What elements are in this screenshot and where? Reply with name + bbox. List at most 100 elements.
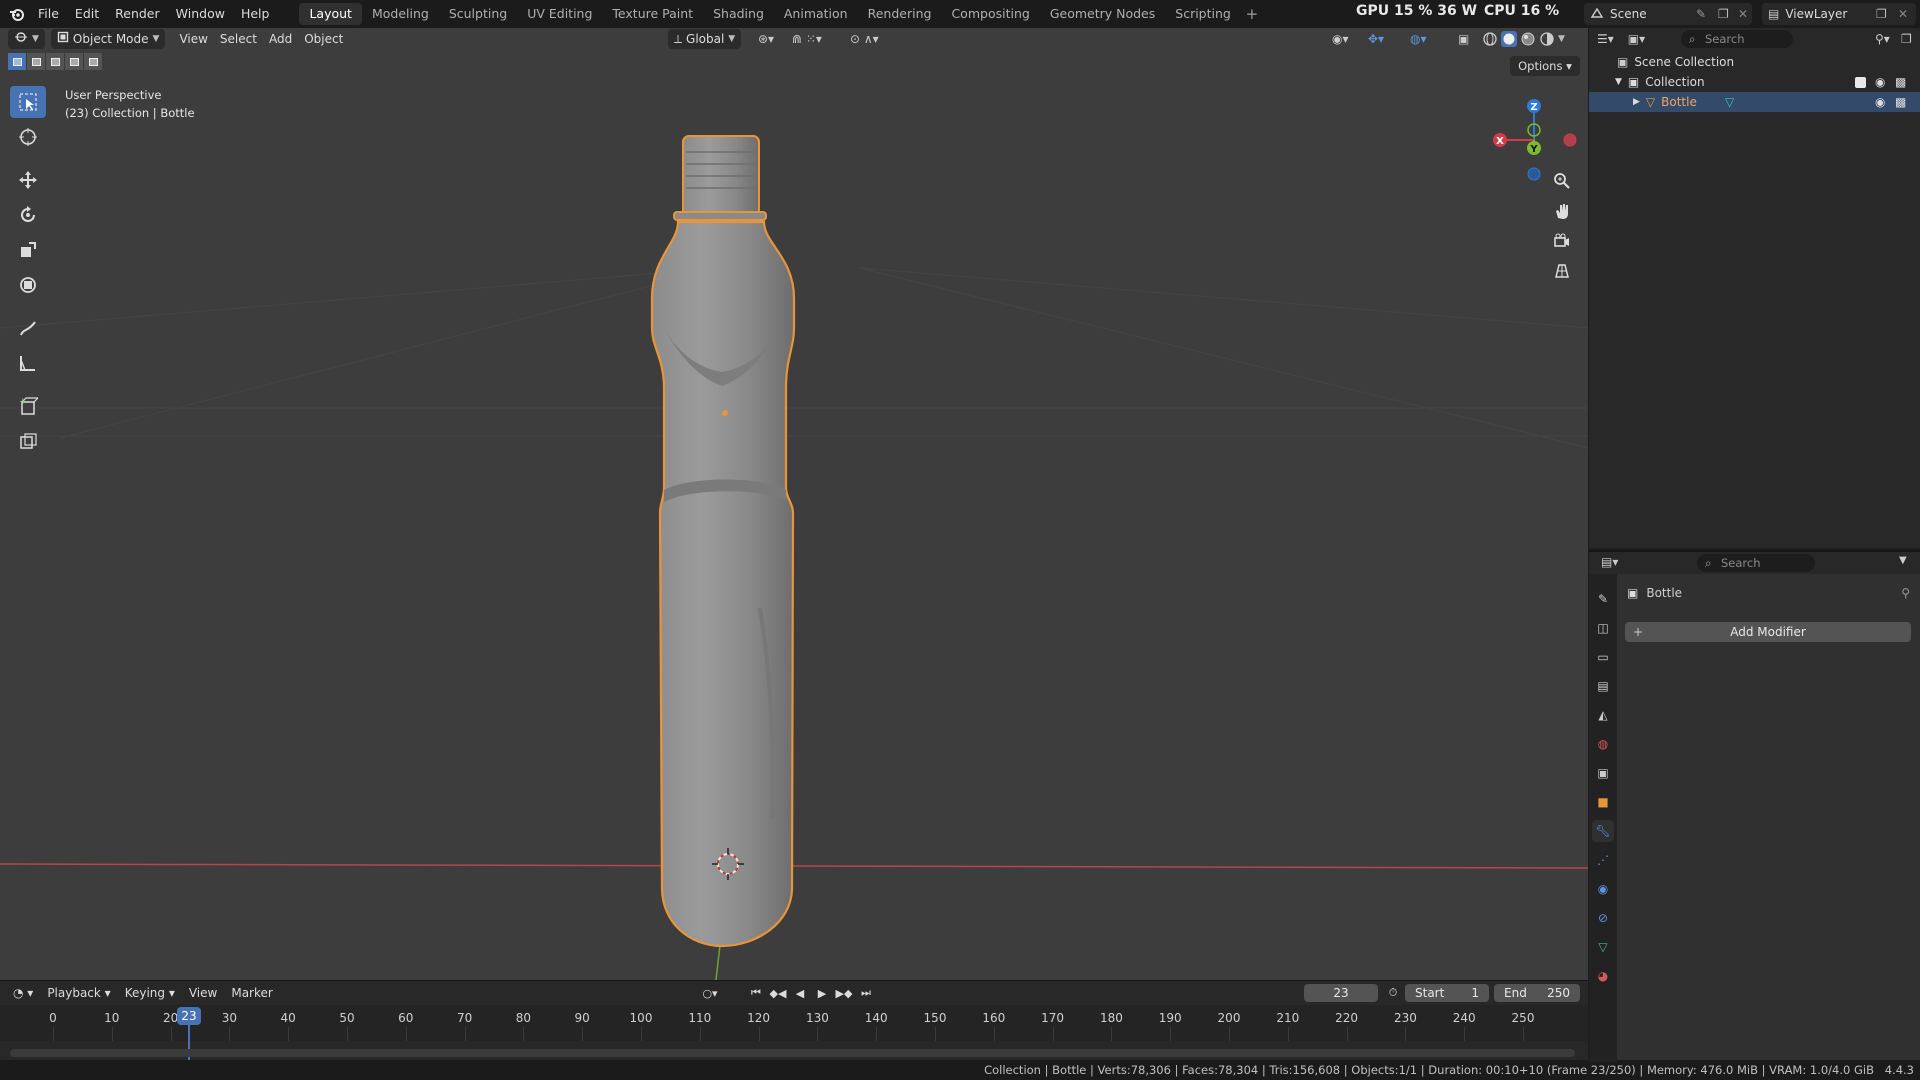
gizmo-neg-x[interactable] [1563, 133, 1577, 147]
particles-properties-icon[interactable]: ⋰ [1592, 849, 1614, 871]
current-frame-field[interactable]: 23 [1304, 984, 1378, 1002]
pan-hand-icon[interactable] [1548, 198, 1576, 224]
exclude-checkbox[interactable] [1855, 76, 1866, 88]
timeline-menu-playback[interactable]: Playback ▾ [40, 986, 117, 1000]
viewport-menu-select[interactable]: Select [214, 29, 263, 49]
proportional-editing-icon[interactable]: ⊙ ∧▾ [844, 29, 885, 49]
tab-rendering[interactable]: Rendering [858, 3, 942, 25]
annotate-tool-icon[interactable] [10, 312, 46, 344]
new-view-layer-icon[interactable]: ❐ [1876, 7, 1887, 21]
menu-help[interactable]: Help [233, 3, 278, 25]
solid-shading-icon[interactable] [1501, 31, 1517, 50]
material-shading-icon[interactable] [1520, 31, 1536, 50]
timeline-menu-view[interactable]: View [182, 986, 224, 1000]
tab-sculpting[interactable]: Sculpting [439, 3, 517, 25]
physics-properties-icon[interactable]: ◉ [1592, 878, 1614, 900]
outliner-search-input[interactable]: ⌕ Search [1681, 30, 1793, 48]
add-cube-tool-icon[interactable]: + [10, 390, 46, 422]
3d-viewport[interactable]: ▼ Object Mode ▼ View Select Add Object ⟂… [0, 28, 1588, 980]
stopwatch-icon[interactable]: ⏱ [1383, 984, 1403, 1002]
filter-icon[interactable]: ⚲▾ [1875, 32, 1890, 46]
blender-logo-icon[interactable] [4, 1, 30, 27]
measure-tool-icon[interactable] [10, 347, 46, 379]
chevron-down-icon[interactable]: ▼ [1899, 555, 1907, 566]
tab-uv-editing[interactable]: UV Editing [517, 3, 602, 25]
timeline-menu-marker[interactable]: Marker [224, 986, 279, 1000]
tab-texture-paint[interactable]: Texture Paint [602, 3, 703, 25]
delete-scene-icon[interactable]: ✕ [1738, 7, 1748, 21]
outliner-scene-collection[interactable]: ▣ Scene Collection [1589, 52, 1920, 72]
expand-chevron-icon[interactable]: ▼ [1615, 77, 1622, 87]
menu-window[interactable]: Window [168, 3, 233, 25]
start-frame-field[interactable]: Start 1 [1405, 984, 1489, 1002]
outliner-collection[interactable]: ▼ ▣ Collection ◉ ▩ [1589, 72, 1920, 92]
display-mode-icon[interactable]: ▣▾ [1628, 32, 1645, 46]
xray-toggle-icon[interactable]: ▣ [1452, 29, 1475, 49]
add-modifier-button[interactable]: + Add Modifier [1625, 622, 1911, 642]
tab-layout[interactable]: Layout [299, 3, 362, 25]
tool-properties-icon[interactable]: ✎ [1592, 588, 1614, 610]
timeline-editor-type-icon[interactable]: ◔ ▾ [6, 986, 40, 1000]
menu-edit[interactable]: Edit [67, 3, 107, 25]
eye-icon[interactable]: ◉ [1875, 75, 1885, 89]
tab-compositing[interactable]: Compositing [941, 3, 1039, 25]
viewport-menu-add[interactable]: Add [263, 29, 298, 49]
bottle-mesh[interactable] [650, 135, 796, 948]
camera-render-icon[interactable]: ▩ [1895, 95, 1906, 109]
eye-icon[interactable]: ◉ [1875, 95, 1885, 109]
snap-icon[interactable]: ⋒ ⁙▾ [786, 29, 828, 49]
transform-tool-icon[interactable] [10, 269, 46, 301]
view-layer-properties-icon[interactable]: ▤ [1592, 675, 1614, 697]
jump-to-keyframe-back-icon[interactable]: ◆◀ [768, 984, 788, 1002]
world-properties-icon[interactable]: ◍ [1592, 733, 1614, 755]
jump-to-keyframe-forward-icon[interactable]: ▶◆ [834, 984, 854, 1002]
data-properties-icon[interactable]: ▽ [1592, 936, 1614, 958]
transform-orientation-dropdown[interactable]: ⟂ Global ▼ [668, 29, 742, 49]
output-properties-icon[interactable]: ▭ [1592, 646, 1614, 668]
gizmo-neg-z[interactable] [1527, 167, 1541, 181]
options-dropdown[interactable]: Options ▾ [1510, 56, 1580, 76]
scene-properties-icon[interactable]: ◭ [1592, 704, 1614, 726]
new-collection-icon[interactable]: ❐ [1901, 32, 1912, 46]
constraints-properties-icon[interactable]: ⊘ [1592, 907, 1614, 929]
camera-render-icon[interactable]: ▩ [1895, 75, 1906, 89]
add-object-tool-icon[interactable] [10, 425, 46, 457]
select-box-tool-icon[interactable] [10, 86, 46, 118]
wireframe-shading-icon[interactable] [1482, 31, 1498, 50]
auto-keying-icon[interactable]: ○▾ [700, 984, 720, 1002]
object-properties-icon[interactable]: ■ [1592, 791, 1614, 813]
new-scene-icon[interactable]: ❐ [1718, 7, 1729, 21]
select-set-icon[interactable] [8, 53, 27, 70]
tab-shading[interactable]: Shading [703, 3, 774, 25]
tab-geometry-nodes[interactable]: Geometry Nodes [1040, 3, 1165, 25]
gizmo-toggle-icon[interactable]: ✥▾ [1362, 29, 1390, 49]
timeline-scrollbar[interactable] [10, 1049, 1575, 1057]
play-reverse-icon[interactable]: ◀ [790, 984, 810, 1002]
camera-view-icon[interactable] [1548, 228, 1576, 254]
end-frame-field[interactable]: End 250 [1494, 984, 1580, 1002]
outliner-object-bottle[interactable]: ▶ ▽ Bottle ▽ ◉ ▩ [1589, 92, 1920, 112]
scene-selector[interactable]: Scene ✎ ❐ ✕ [1584, 3, 1752, 25]
timeline-ruler[interactable]: 0 10 20 30 40 50 60 70 80 90 100 110 120 130 140 150 160… [0, 1005, 1588, 1061]
viewport-menu-object[interactable]: Object [298, 29, 349, 49]
viewport-menu-view[interactable]: View [173, 29, 213, 49]
pin-icon[interactable]: ✎ [1696, 7, 1706, 21]
view-layer-selector[interactable]: ▤ ViewLayer ❐ ✕ [1762, 3, 1916, 25]
playhead-frame-indicator[interactable]: 23 [177, 1007, 201, 1025]
tab-modeling[interactable]: Modeling [362, 3, 439, 25]
tab-animation[interactable]: Animation [774, 3, 858, 25]
pivot-point-icon[interactable]: ⊛▾ [752, 29, 780, 49]
pin-icon[interactable]: ⚲ [1901, 586, 1910, 600]
scale-tool-icon[interactable] [10, 234, 46, 266]
material-properties-icon[interactable]: ◕ [1592, 965, 1614, 987]
select-extend-icon[interactable] [27, 53, 46, 70]
delete-view-layer-icon[interactable]: ✕ [1898, 7, 1908, 21]
properties-editor-type-icon[interactable]: ▤▾ [1601, 555, 1618, 569]
jump-to-end-icon[interactable]: ⏭ [856, 984, 876, 1002]
rotate-tool-icon[interactable] [10, 199, 46, 231]
modifier-properties-icon[interactable]: 🔧︎ [1592, 820, 1614, 842]
editor-type-dropdown[interactable]: ▼ [8, 29, 45, 49]
timeline-menu-keying[interactable]: Keying ▾ [118, 986, 182, 1000]
outliner-editor-type-icon[interactable]: ☰▾ [1597, 32, 1614, 46]
tab-scripting[interactable]: Scripting [1165, 3, 1241, 25]
